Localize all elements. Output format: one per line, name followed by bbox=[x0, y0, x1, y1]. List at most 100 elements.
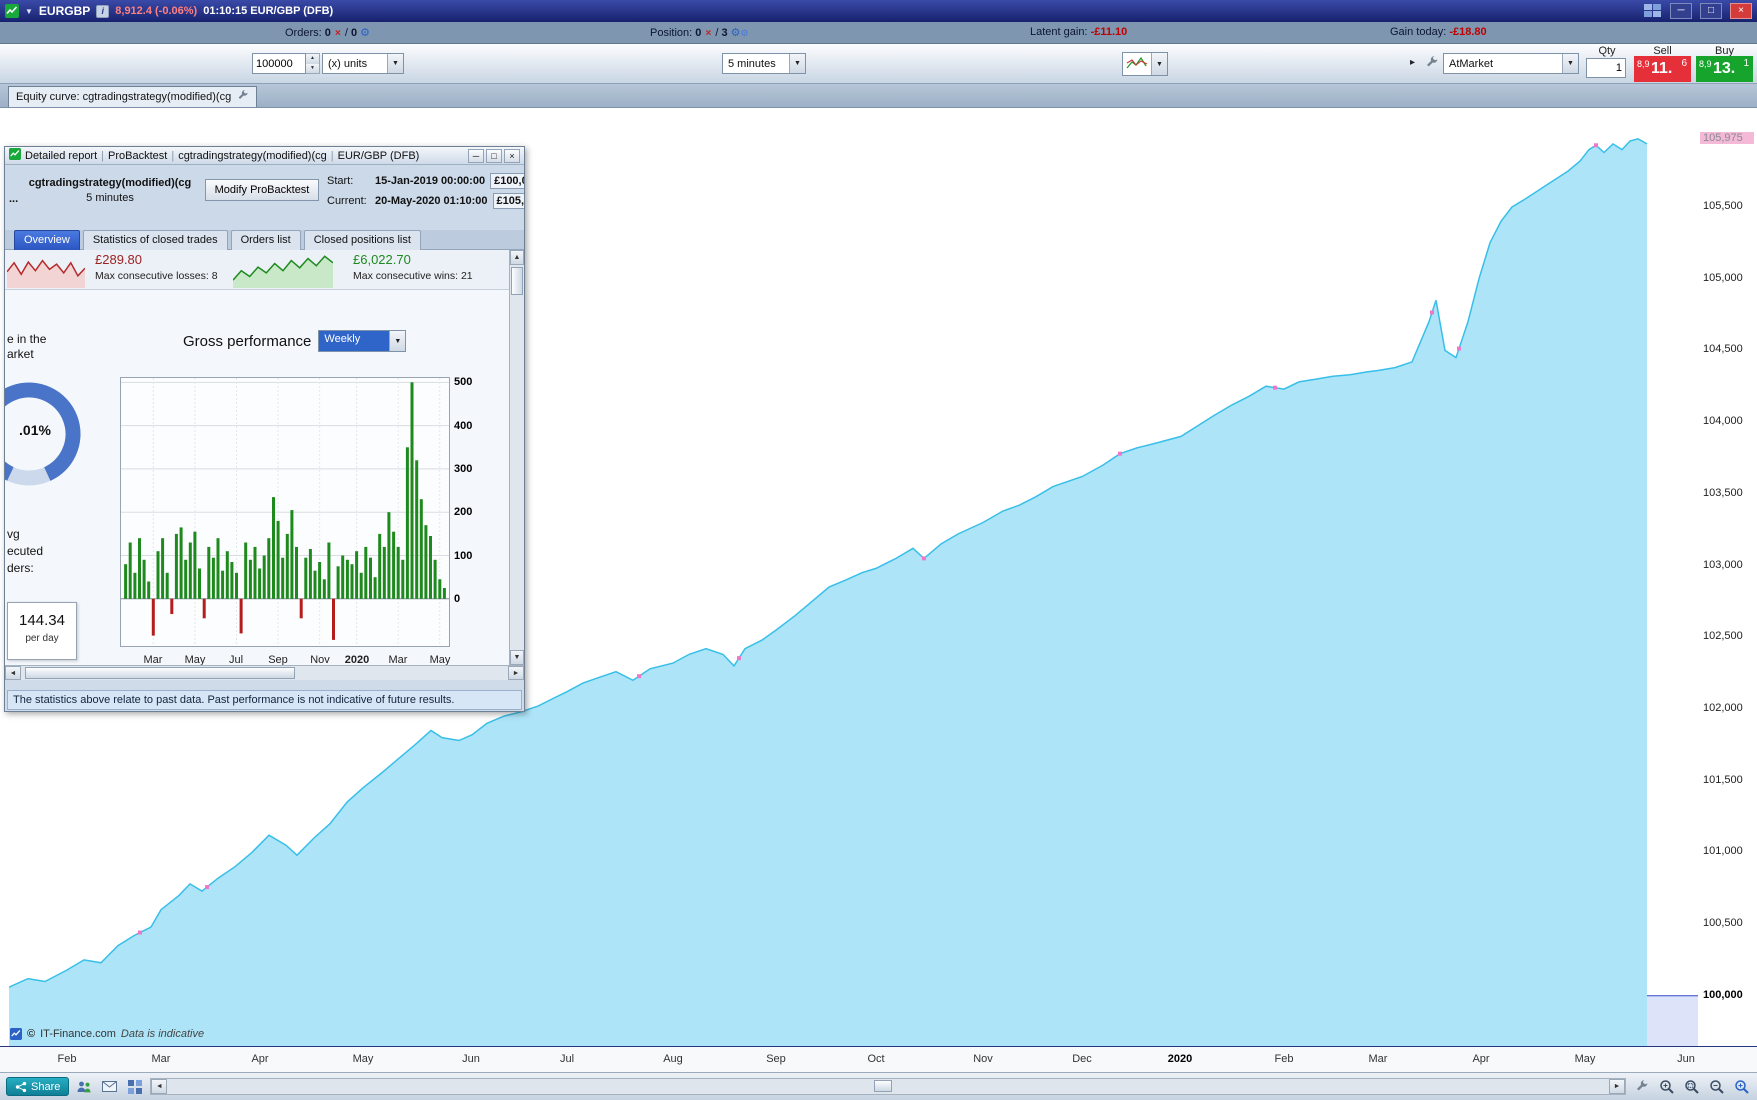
orders-status: Orders: 0 × / 0 ⚙ bbox=[285, 26, 370, 39]
chart-style-button[interactable]: ▼ bbox=[1122, 52, 1168, 76]
sell-button[interactable]: 8,9 11. 6 bbox=[1634, 56, 1691, 82]
position-separator: / bbox=[715, 27, 719, 39]
gross-performance-label: Gross performance bbox=[183, 332, 312, 350]
gain-today-label: Gain today: bbox=[1390, 26, 1447, 38]
scroll-left-icon[interactable]: ◄ bbox=[151, 1079, 168, 1094]
max-wins-stat: £6,022.70 Max consecutive wins: 21 bbox=[353, 252, 473, 282]
zoom-out-icon[interactable] bbox=[1707, 1078, 1726, 1096]
timeframe-dropdown-icon[interactable]: ▼ bbox=[789, 54, 805, 73]
weekly-x-tick: May bbox=[429, 654, 451, 665]
position-count: 0 bbox=[695, 27, 702, 39]
period-select[interactable]: Weekly ▼ bbox=[318, 330, 407, 352]
price-tick: 105,975 bbox=[1700, 132, 1754, 144]
position-settings-gear2-icon[interactable]: ⚙ bbox=[741, 28, 749, 38]
modify-probacktest-button[interactable]: Modify ProBacktest bbox=[205, 179, 319, 201]
scroll-up-icon[interactable]: ▲ bbox=[510, 250, 524, 265]
order-settings-wrench-icon[interactable] bbox=[1424, 55, 1439, 73]
period-dropdown-icon[interactable]: ▼ bbox=[389, 331, 406, 351]
spinner-up-icon[interactable]: ▲ bbox=[306, 54, 319, 64]
chart-attribution: © IT-Finance.com Data is indicative bbox=[10, 1028, 204, 1040]
weekly-y-tick: 0 bbox=[454, 593, 461, 605]
equity-tab-wrench-icon[interactable] bbox=[236, 89, 249, 105]
chart-style-dropdown-icon[interactable]: ▼ bbox=[1151, 53, 1167, 75]
orders-per-day-box: 144.34 per day bbox=[7, 602, 77, 660]
message-icon[interactable] bbox=[100, 1078, 119, 1096]
latent-gain: Latent gain: -£11.10 bbox=[1030, 26, 1127, 38]
report-vscroll-thumb[interactable] bbox=[511, 267, 523, 295]
orders-settings-gear-icon[interactable]: ⚙ bbox=[360, 27, 370, 39]
chart-settings-wrench-icon[interactable] bbox=[1632, 1078, 1651, 1096]
quantity-input[interactable] bbox=[252, 53, 306, 74]
position-settings-gear-icon[interactable]: ⚙ bbox=[731, 27, 741, 39]
tab-orders-list[interactable]: Orders list bbox=[230, 230, 301, 250]
order-type-select[interactable]: AtMarket ▼ bbox=[1443, 53, 1579, 74]
units-value: (x) units bbox=[328, 57, 368, 70]
spinner-down-icon[interactable]: ▼ bbox=[306, 63, 319, 73]
scroll-down-icon[interactable]: ▼ bbox=[510, 650, 524, 665]
quantity-spinner[interactable]: ▲ ▼ bbox=[306, 53, 320, 74]
zoom-in-icon[interactable] bbox=[1657, 1078, 1676, 1096]
chart-horizontal-scrollbar[interactable]: ◄ ► bbox=[150, 1078, 1626, 1095]
zoom-selection-icon[interactable] bbox=[1682, 1078, 1701, 1096]
order-type-value: AtMarket bbox=[1449, 57, 1494, 70]
price-tick: 104,500 bbox=[1703, 343, 1743, 355]
report-more-label: ... bbox=[9, 193, 19, 205]
tab-overview[interactable]: Overview bbox=[14, 230, 80, 250]
price-tick: 103,500 bbox=[1703, 487, 1743, 499]
report-horizontal-scrollbar[interactable]: ◄ ► bbox=[5, 665, 524, 680]
layout-grid-icon[interactable] bbox=[1643, 2, 1662, 20]
report-scroll-left-icon[interactable]: ◄ bbox=[5, 666, 21, 680]
minimize-button[interactable]: ─ bbox=[1670, 3, 1692, 19]
share-button[interactable]: Share bbox=[6, 1077, 70, 1096]
close-position-icon[interactable]: × bbox=[704, 28, 712, 39]
report-close-button[interactable]: × bbox=[504, 148, 520, 163]
orders-per-day-value: 144.34 bbox=[19, 612, 65, 629]
report-hscroll-thumb[interactable] bbox=[25, 667, 295, 679]
close-button[interactable]: × bbox=[1730, 3, 1752, 19]
price-tick: 103,000 bbox=[1703, 559, 1743, 571]
report-maximize-button[interactable]: □ bbox=[486, 148, 502, 163]
workspace-grid-icon[interactable] bbox=[125, 1078, 144, 1096]
units-dropdown-icon[interactable]: ▼ bbox=[387, 54, 403, 73]
sell-price-main: 11. bbox=[1651, 60, 1673, 77]
scroll-right-icon[interactable]: ► bbox=[1609, 1079, 1625, 1094]
window-titlebar: ▼ EURGBP i 8,912.4 (-0.06%) 01:10:15 EUR… bbox=[0, 0, 1757, 22]
report-titlebar[interactable]: Detailed report | ProBacktest | cgtradings… bbox=[5, 147, 524, 165]
scrollbar-track[interactable] bbox=[167, 1079, 1609, 1094]
time-tick: Apr bbox=[1472, 1053, 1490, 1065]
units-select[interactable]: (x) units ▼ bbox=[322, 53, 404, 74]
info-icon[interactable]: i bbox=[96, 4, 110, 18]
report-scroll-right-icon[interactable]: ► bbox=[508, 666, 524, 680]
order-type-dropdown-icon[interactable]: ▼ bbox=[1562, 54, 1578, 73]
scrollbar-thumb[interactable] bbox=[873, 1080, 892, 1092]
order-qty-input[interactable] bbox=[1586, 58, 1626, 78]
equity-curve-tab[interactable]: Equity curve: cgtradingstrategy(modified… bbox=[8, 86, 258, 107]
timeframe-select[interactable]: 5 minutes ▼ bbox=[722, 53, 806, 74]
symbol-dropdown-caret[interactable]: ▼ bbox=[25, 7, 33, 16]
period-value: Weekly bbox=[319, 331, 390, 351]
contacts-icon[interactable] bbox=[75, 1078, 94, 1096]
title-divider: | bbox=[330, 149, 334, 162]
buy-button[interactable]: 8,9 13. 1 bbox=[1696, 56, 1753, 82]
backtest-range: Start: 15-Jan-2019 00:00:00 £100,0 Curre… bbox=[327, 173, 524, 213]
copyright-icon: © bbox=[27, 1028, 36, 1040]
win-caption: Max consecutive wins: 21 bbox=[353, 270, 473, 282]
weekly-x-tick: Jul bbox=[228, 654, 244, 665]
cancel-orders-icon[interactable]: × bbox=[334, 28, 342, 39]
app-icon bbox=[5, 4, 19, 18]
panel-expand-arrow-icon[interactable]: ▸ bbox=[1410, 57, 1415, 68]
time-in-market-label: e in the arket bbox=[7, 332, 47, 361]
time-tick: Oct bbox=[867, 1053, 885, 1065]
report-minimize-button[interactable]: ─ bbox=[468, 148, 484, 163]
buy-price-main: 13. bbox=[1713, 60, 1736, 77]
zoom-reset-icon[interactable] bbox=[1732, 1078, 1751, 1096]
tab-closed-positions-list[interactable]: Closed positions list bbox=[303, 230, 421, 250]
position-working-count: 3 bbox=[721, 27, 728, 39]
tab-statistics-closed-trades[interactable]: Statistics of closed trades bbox=[82, 230, 228, 250]
maximize-button[interactable]: □ bbox=[1700, 3, 1722, 19]
report-vertical-scrollbar[interactable]: ▲ ▼ bbox=[509, 250, 524, 665]
weekly-x-tick: Nov bbox=[310, 654, 330, 665]
it-finance-icon bbox=[10, 1028, 22, 1040]
time-tick: May bbox=[352, 1053, 374, 1065]
loss-amount: £289.80 bbox=[95, 252, 142, 267]
